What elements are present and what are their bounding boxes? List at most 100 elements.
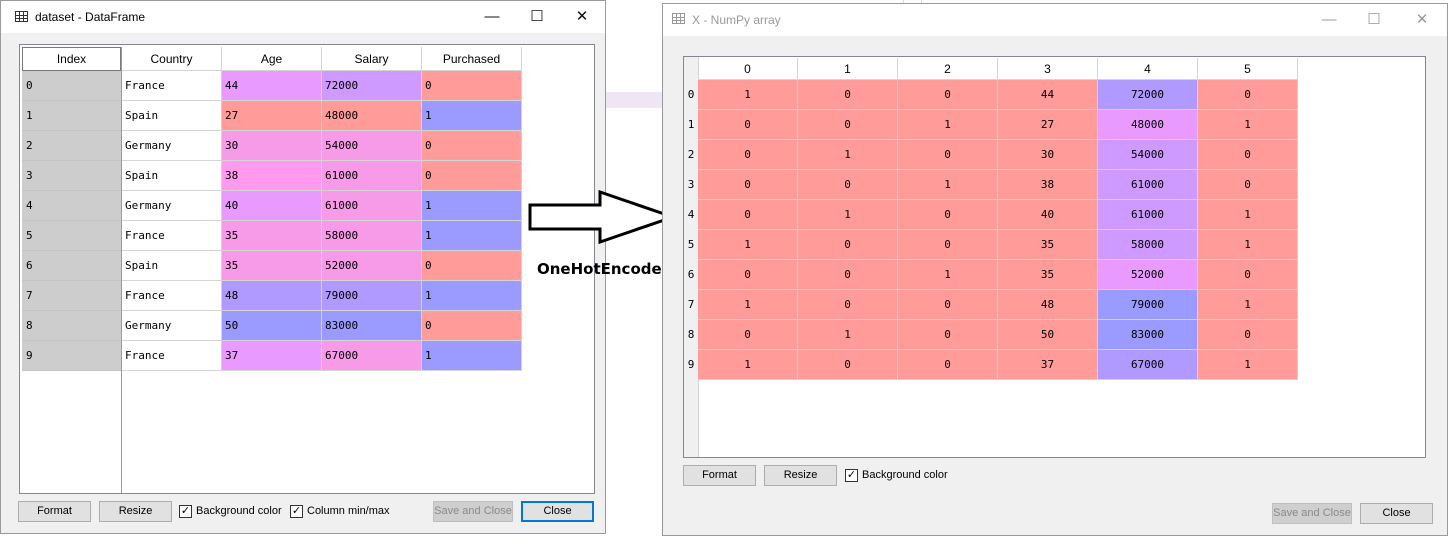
column-min-max-label[interactable]: Column min/max <box>307 505 390 517</box>
index-cell[interactable]: 0 <box>22 71 121 101</box>
row-header[interactable]: 4 <box>684 200 698 230</box>
table-cell[interactable]: 1 <box>1198 110 1298 140</box>
table-cell[interactable]: France <box>122 221 222 251</box>
table-cell[interactable]: 50 <box>998 320 1098 350</box>
index-cell[interactable]: 2 <box>22 131 121 161</box>
table-cell[interactable]: 1 <box>1198 290 1298 320</box>
table-cell[interactable]: 48000 <box>1098 110 1198 140</box>
table-cell[interactable]: 0 <box>798 230 898 260</box>
row-header[interactable]: 1 <box>684 110 698 140</box>
table-cell[interactable]: 48 <box>222 281 322 311</box>
table-cell[interactable]: 1 <box>798 320 898 350</box>
table-cell[interactable]: 1 <box>422 221 522 251</box>
index-cell[interactable]: 1 <box>22 101 121 131</box>
table-cell[interactable]: 38 <box>222 161 322 191</box>
close-button[interactable]: Close <box>1360 503 1433 524</box>
resize-button[interactable]: Resize <box>764 465 837 486</box>
table-cell[interactable]: 30 <box>998 140 1098 170</box>
table-cell[interactable]: 44 <box>998 80 1098 110</box>
table-cell[interactable]: 0 <box>1198 170 1298 200</box>
table-cell[interactable]: 0 <box>698 320 798 350</box>
table-cell[interactable]: 0 <box>422 71 522 101</box>
table-cell[interactable]: 44 <box>222 71 322 101</box>
table-cell[interactable]: 79000 <box>1098 290 1198 320</box>
table-cell[interactable]: 61000 <box>322 191 422 221</box>
table-cell[interactable]: 83000 <box>1098 320 1198 350</box>
table-cell[interactable]: 0 <box>1198 320 1298 350</box>
column-header[interactable]: 5 <box>1198 58 1298 80</box>
table-cell[interactable]: 27 <box>222 101 322 131</box>
table-cell[interactable]: 35 <box>998 260 1098 290</box>
row-header[interactable]: 8 <box>684 320 698 350</box>
table-cell[interactable]: Spain <box>122 251 222 281</box>
table-cell[interactable]: 0 <box>698 140 798 170</box>
table-cell[interactable]: 0 <box>698 170 798 200</box>
table-cell[interactable]: 72000 <box>322 71 422 101</box>
row-header[interactable]: 0 <box>684 80 698 110</box>
row-header[interactable]: 5 <box>684 230 698 260</box>
title-bar[interactable]: X - NumPy array — ☐ ✕ <box>663 4 1447 36</box>
column-header[interactable]: 1 <box>798 58 898 80</box>
table-cell[interactable]: 0 <box>1198 80 1298 110</box>
column-header[interactable]: 0 <box>698 58 798 80</box>
table-cell[interactable]: 40 <box>998 200 1098 230</box>
index-cell[interactable]: 7 <box>22 281 121 311</box>
index-cell[interactable]: 8 <box>22 311 121 341</box>
title-bar[interactable]: dataset - DataFrame — ☐ ✕ <box>1 1 605 33</box>
row-header[interactable]: 9 <box>684 350 698 380</box>
close-button[interactable]: Close <box>521 501 594 522</box>
background-color-checkbox[interactable]: ✓ <box>845 469 858 482</box>
minimize-button[interactable]: — <box>469 1 515 33</box>
table-cell[interactable]: 1 <box>1198 350 1298 380</box>
save-and-close-button[interactable]: Save and Close <box>433 501 513 522</box>
table-cell[interactable]: France <box>122 341 222 371</box>
table-cell[interactable]: 0 <box>898 200 998 230</box>
table-cell[interactable]: 1 <box>422 101 522 131</box>
table-cell[interactable]: 1 <box>898 170 998 200</box>
table-cell[interactable]: 1 <box>1198 230 1298 260</box>
column-header[interactable]: 3 <box>998 58 1098 80</box>
table-cell[interactable]: 1 <box>798 140 898 170</box>
table-cell[interactable]: 35 <box>222 221 322 251</box>
table-cell[interactable]: 0 <box>798 110 898 140</box>
table-cell[interactable]: 1 <box>698 230 798 260</box>
column-min-max-checkbox[interactable]: ✓ <box>290 505 303 518</box>
table-cell[interactable]: 0 <box>422 161 522 191</box>
table-cell[interactable]: 52000 <box>1098 260 1198 290</box>
table-cell[interactable]: 0 <box>898 140 998 170</box>
table-cell[interactable]: Spain <box>122 161 222 191</box>
table-cell[interactable]: 83000 <box>322 311 422 341</box>
index-header[interactable]: Index <box>22 47 121 71</box>
table-cell[interactable]: 61000 <box>1098 200 1198 230</box>
table-cell[interactable]: 48 <box>998 290 1098 320</box>
table-cell[interactable]: 0 <box>898 320 998 350</box>
column-header[interactable]: 4 <box>1098 58 1198 80</box>
table-cell[interactable]: 0 <box>422 131 522 161</box>
background-color-label[interactable]: Background color <box>196 505 282 517</box>
table-cell[interactable]: 1 <box>422 341 522 371</box>
table-cell[interactable]: 0 <box>898 230 998 260</box>
table-cell[interactable]: 0 <box>798 290 898 320</box>
table-cell[interactable]: 1 <box>422 281 522 311</box>
format-button[interactable]: Format <box>18 501 91 522</box>
index-cell[interactable]: 5 <box>22 221 121 251</box>
table-cell[interactable]: 1 <box>1198 200 1298 230</box>
table-cell[interactable]: 0 <box>898 350 998 380</box>
index-cell[interactable]: 9 <box>22 341 121 371</box>
column-header[interactable]: 2 <box>898 58 998 80</box>
table-cell[interactable]: 0 <box>698 200 798 230</box>
table-cell[interactable]: 1 <box>898 110 998 140</box>
maximize-button[interactable]: ☐ <box>514 1 560 33</box>
table-cell[interactable]: 0 <box>1198 140 1298 170</box>
table-cell[interactable]: 67000 <box>322 341 422 371</box>
column-header[interactable]: Purchased <box>422 47 522 71</box>
table-cell[interactable]: 1 <box>898 260 998 290</box>
table-cell[interactable]: 30 <box>222 131 322 161</box>
table-cell[interactable]: 48000 <box>322 101 422 131</box>
table-cell[interactable]: France <box>122 71 222 101</box>
table-cell[interactable]: 37 <box>222 341 322 371</box>
table-cell[interactable]: 0 <box>798 80 898 110</box>
background-color-checkbox[interactable]: ✓ <box>179 505 192 518</box>
table-cell[interactable]: 58000 <box>322 221 422 251</box>
table-cell[interactable]: 0 <box>798 260 898 290</box>
